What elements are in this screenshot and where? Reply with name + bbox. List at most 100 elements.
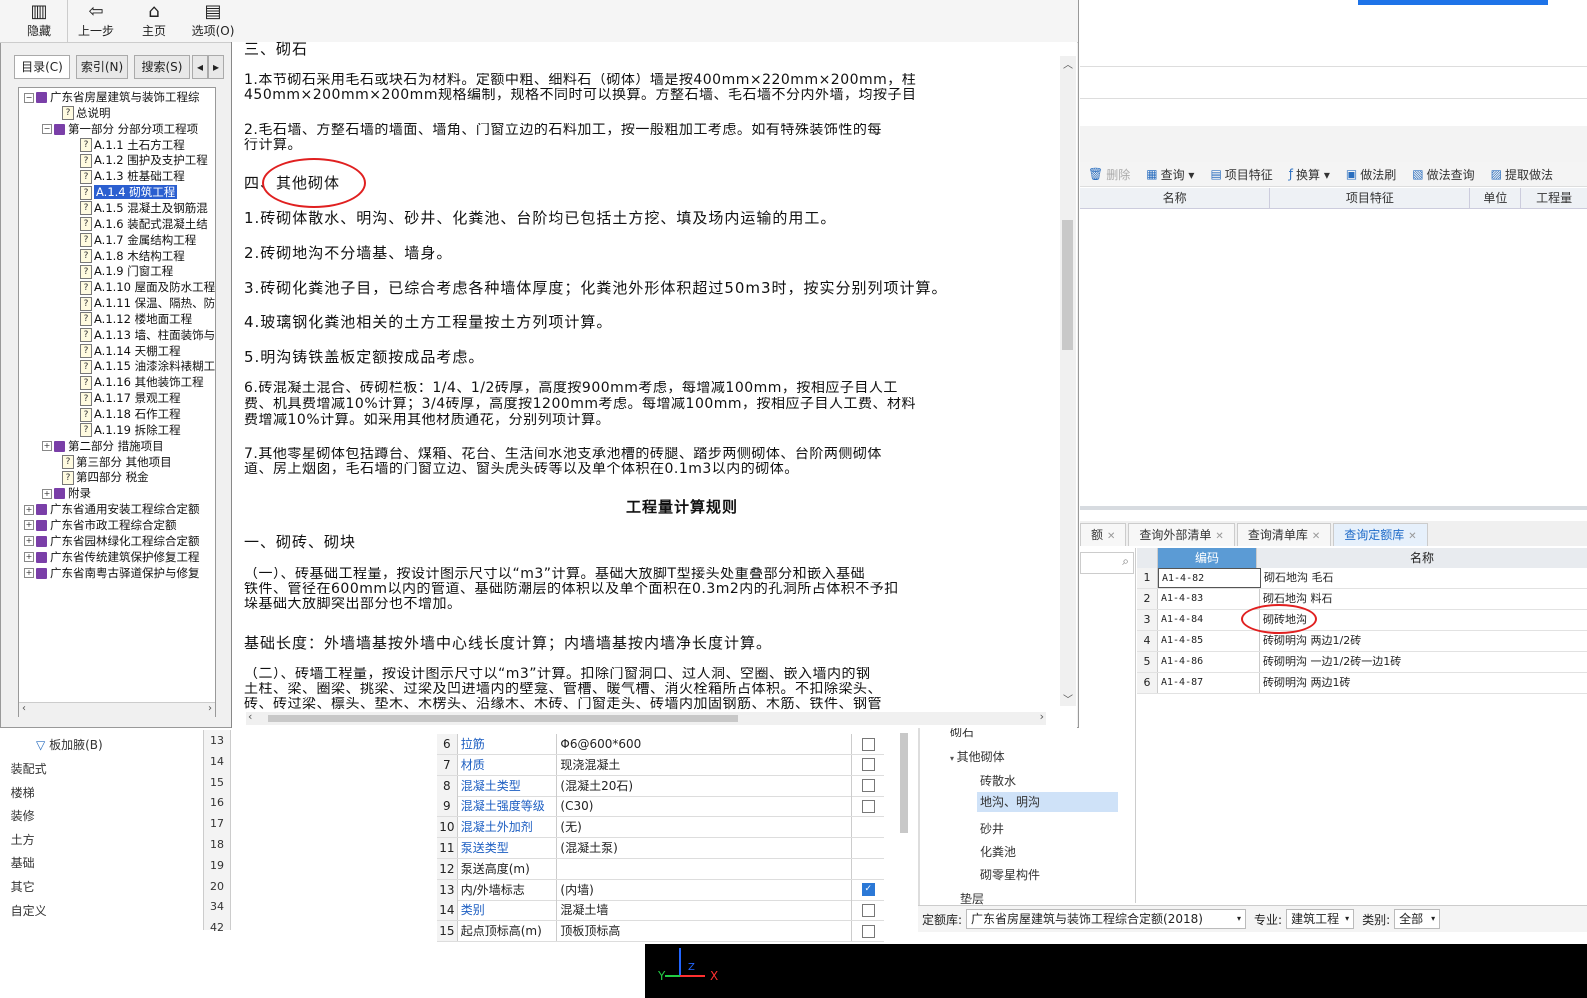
collapse-icon[interactable]: − [24,92,34,103]
property-row[interactable]: 11 泵送类型 (混凝土泵) [437,838,884,859]
tree-item[interactable]: ? A.1.19 拆除工程 [80,423,181,438]
collapse-icon[interactable]: − [42,124,52,135]
tree-item[interactable]: ? A.1.11 保温、隔热、防 [80,296,215,311]
query-tab[interactable]: 额 ✕ [1080,523,1127,546]
tree-item[interactable]: ? A.1.7 金属结构工程 [80,233,196,248]
property-row[interactable]: 10 混凝土外加剂 (无) [437,817,884,839]
tree-item[interactable]: + 广东省南粤古驿道保护与修复 [24,566,200,581]
tree-item[interactable]: − 第一部分 分部分项工程项 [42,122,198,137]
toolbar2-button[interactable]: ƒ 换算 ▾ [1281,166,1338,183]
splitter[interactable] [1080,506,1587,510]
nav-category[interactable]: ▸ 其它 [4,878,35,895]
content-vscroll-thumb[interactable] [1062,220,1073,350]
cat-select[interactable]: 全部 ▾ [1394,909,1441,929]
tree-item[interactable]: ? A.1.5 混凝土及钢筋混 [80,201,208,216]
tree-item[interactable]: ? 总说明 [62,106,111,121]
table-row[interactable]: 5 A1-4-86 砖砌明沟 一边1/2砖一边1砖 [1137,652,1587,673]
property-row[interactable]: 14 类别 混凝土墙 [437,900,884,922]
query-tab[interactable]: 查询定额库 ✕ [1333,523,1428,546]
property-row[interactable]: 13 内/外墙标志 (内墙) ✓ [437,879,884,901]
nav-category[interactable]: ▸ 土方 [4,831,35,848]
tree-item[interactable]: + 广东省传统建筑保护修复工程 [24,550,200,565]
property-row[interactable]: 7 材质 现浇混凝土 [437,754,884,776]
attach-checkbox[interactable] [861,758,875,772]
tree-item[interactable]: ? A.1.10 屋面及防水工程 [80,280,215,295]
tree-item[interactable]: ? A.1.15 油漆涂料裱糊工 [80,359,215,374]
toolbar2-button[interactable]: ▣ 做法刷 [1338,166,1404,183]
toolbar2-button[interactable]: ▨ 提取做法 [1483,166,1561,183]
property-value[interactable]: 顶板顶标高 [557,921,853,942]
spec-select[interactable]: 建筑工程 ▾ [1286,909,1355,929]
expand-icon[interactable]: + [24,552,34,563]
toolbar2-button[interactable]: 🗑 删除 [1080,166,1138,183]
tree-node-apron[interactable]: 砖散水 [980,772,1016,789]
tree-item[interactable]: ? A.1.18 石作工程 [80,407,181,422]
content-vscrollbar[interactable]: ︿ ﹀ [1060,56,1076,706]
board-haunch-item[interactable]: ▽ 板加腋(B) [36,736,103,753]
nav-category[interactable]: ▸ 装配式 [4,760,47,777]
home-button[interactable]: ⌂ 主页 [138,2,170,39]
toolbar2-button[interactable]: ▦ 查询 ▾ [1138,166,1202,183]
nav-category[interactable]: ▸ 自定义 [4,902,47,919]
hide-button[interactable]: ▥ 隐藏 [22,2,56,39]
tree-item[interactable]: ? A.1.12 楼地面工程 [80,312,192,327]
tree-item[interactable]: + 广东省通用安装工程综合定额 [24,502,200,517]
tab-scroll-left[interactable]: ◂ [192,55,208,79]
table-row[interactable]: 6 A1-4-87 砖砌明沟 两边1砖 [1137,673,1587,694]
property-value[interactable]: 混凝土墙 [557,900,853,921]
close-icon[interactable]: ✕ [1215,531,1223,542]
close-icon[interactable]: ✕ [1408,531,1416,542]
table-row[interactable]: 4 A1-4-85 砖砌明沟 两边1/2砖 [1137,631,1587,652]
tree-item[interactable]: ? A.1.16 其他装饰工程 [80,375,204,390]
tree-item[interactable]: ? A.1.1 土石方工程 [80,138,185,153]
tree-item[interactable]: + 广东省园林绿化工程综合定额 [24,534,200,549]
query-tab[interactable]: 查询外部清单 ✕ [1128,523,1235,546]
search-icon[interactable]: ⌕ [1122,554,1129,569]
expand-icon[interactable]: + [24,504,34,515]
nav-category[interactable]: ▸ 楼梯 [4,784,35,801]
attach-checkbox[interactable] [861,779,875,793]
toolbar2-button[interactable]: ▧ 做法查询 [1404,166,1482,183]
toolbar2-button[interactable]: ▤ 项目特征 [1202,166,1280,183]
tree-item[interactable]: ? A.1.2 围护及支护工程 [80,153,208,168]
prop-scrollbar[interactable] [900,733,908,833]
close-icon[interactable]: ✕ [1107,531,1115,542]
tree-hscrollbar[interactable]: ‹ › [19,702,215,717]
property-value[interactable]: Φ6@600*600 [557,734,853,754]
tree-node-sandwell[interactable]: 砂井 [980,820,1004,837]
tree-item[interactable]: + 第二部分 措施项目 [42,439,164,454]
expand-icon[interactable]: + [24,568,34,578]
property-value[interactable]: 现浇混凝土 [557,754,853,775]
expand-icon[interactable]: + [24,520,34,531]
tab-search[interactable]: 搜索(S) [134,55,190,79]
quota-search-input[interactable]: ⌕ [1080,552,1134,574]
tree-item[interactable]: + 附录 [42,486,91,501]
tree-node-misc[interactable]: 砌零星构件 [980,866,1040,883]
back-button[interactable]: ⇦ 上一步 [76,2,116,39]
property-row[interactable]: 9 混凝土强度等级 (C30) [437,796,884,818]
property-value[interactable]: (无) [557,817,853,838]
tree-node-other-masonry[interactable]: ▾ 其他砌体 [950,748,1005,765]
property-value[interactable]: (混凝土20石) [557,775,853,796]
tree-item[interactable]: ? A.1.14 天棚工程 [80,344,181,359]
tree-item[interactable]: ? 第三部分 其他项目 [62,455,172,470]
tab-contents[interactable]: 目录(C) [14,55,70,79]
tree-item[interactable]: ? A.1.6 装配式混凝土结 [80,217,208,232]
tree-item[interactable]: − 广东省房屋建筑与装饰工程综 [24,90,200,105]
tree-node-trench[interactable]: 地沟、明沟 [977,792,1118,812]
table-row[interactable]: 1 A1-4-82 砌石地沟 毛石 [1137,568,1587,589]
tree-item[interactable]: ? A.1.3 桩基础工程 [80,169,185,184]
property-value[interactable] [557,858,853,879]
expand-icon[interactable]: + [42,488,52,499]
nav-category[interactable]: ▸ 基础 [4,854,35,871]
attach-checkbox[interactable] [861,924,875,938]
query-tab[interactable]: 查询清单库 ✕ [1236,523,1332,546]
property-row[interactable]: 8 混凝土类型 (混凝土20石) [437,775,884,797]
tab-index[interactable]: 索引(N) [76,55,128,79]
property-value[interactable]: (C30) [557,796,853,817]
tree-node-septic[interactable]: 化粪池 [980,843,1016,860]
lib-select[interactable]: 广东省房屋建筑与装饰工程综合定额(2018) ▾ [966,909,1247,929]
3d-view[interactable]: Y Z X [645,944,1587,998]
expand-icon[interactable]: + [24,536,34,547]
tree-item[interactable]: ? A.1.17 景观工程 [80,391,181,406]
